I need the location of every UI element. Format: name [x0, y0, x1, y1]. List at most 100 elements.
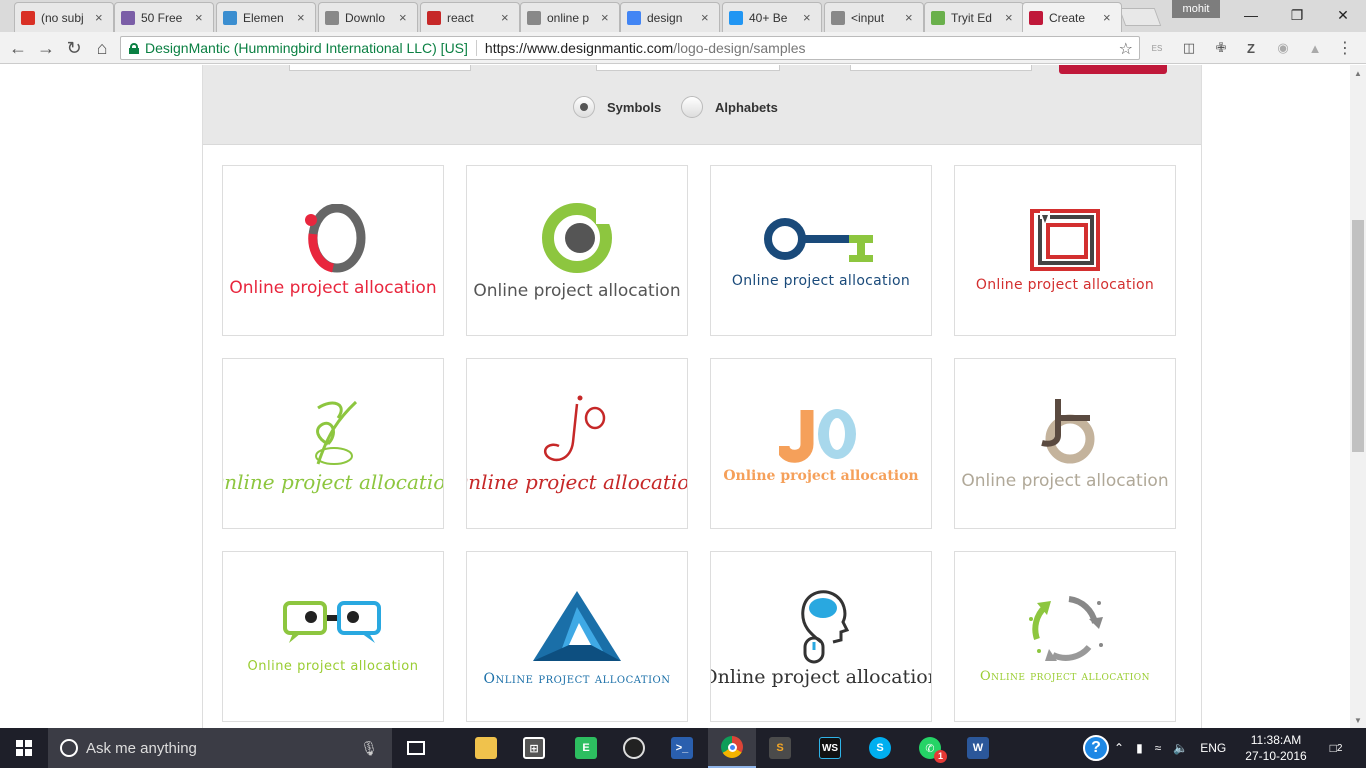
tab-close-icon[interactable]: × [701, 10, 713, 25]
logo-caption: Online project allocation [473, 280, 681, 301]
extension-disabled-icon[interactable]: ◉ [1272, 38, 1294, 58]
url-host: https://www.designmantic.com [484, 40, 674, 56]
start-button[interactable] [0, 728, 48, 768]
tab-close-icon[interactable]: × [399, 10, 411, 25]
logo-card[interactable]: Online project allocation [954, 551, 1176, 722]
browser-tab[interactable]: <input × [824, 2, 924, 32]
help-icon[interactable]: ? [1072, 728, 1120, 768]
radio-alphabets-label: Alphabets [715, 99, 778, 115]
radio-symbols[interactable]: Symbols [573, 96, 661, 118]
tray-chevron-icon[interactable]: ⌃ [1114, 741, 1124, 755]
logo-card[interactable]: Online project allocation [710, 358, 932, 529]
tab-label: Elemen [243, 10, 284, 25]
windows-logo-icon [16, 740, 32, 756]
tab-close-icon[interactable]: × [95, 10, 107, 25]
cortana-search-box[interactable]: Ask me anything 🎙 [48, 728, 392, 768]
battery-icon[interactable]: ▮ [1136, 741, 1143, 755]
logo-card[interactable]: Online project allocation [954, 165, 1176, 336]
logo-card[interactable]: Online project allocation [466, 551, 688, 722]
logo-card[interactable]: Online project allocation [222, 165, 444, 336]
whatsapp-icon[interactable]: ✆ 1 [906, 728, 954, 768]
extension-z-icon[interactable]: Z [1240, 38, 1262, 58]
webstorm-icon[interactable]: WS [806, 728, 854, 768]
minimize-icon[interactable]: — [1228, 0, 1274, 30]
wifi-icon[interactable]: ≈ [1155, 741, 1162, 755]
tab-close-icon[interactable]: × [501, 10, 513, 25]
powershell-icon[interactable]: >_ [658, 728, 706, 768]
evernote-icon[interactable]: E [562, 728, 610, 768]
recycle-arrows-logo-icon [1029, 596, 1103, 661]
tab-close-icon[interactable]: × [803, 10, 815, 25]
bookmark-star-icon[interactable]: ☆ [1119, 39, 1133, 59]
tab-close-icon[interactable]: × [601, 10, 613, 25]
radio-symbols-dot[interactable] [573, 96, 595, 118]
system-clock[interactable]: 11:38:AM 27-10-2016 [1236, 732, 1316, 764]
browser-tab[interactable]: design × [620, 2, 720, 32]
tab-close-icon[interactable]: × [905, 10, 917, 25]
microphone-icon[interactable]: 🎙 [360, 740, 378, 757]
logo-card[interactable]: Online project allocation [954, 358, 1176, 529]
filter-field-2[interactable] [596, 65, 780, 71]
chrome-icon[interactable] [708, 728, 756, 768]
cast-icon[interactable]: ◫ [1178, 38, 1200, 58]
new-tab-button[interactable] [1118, 8, 1162, 26]
scrollbar-thumb[interactable] [1352, 220, 1364, 452]
extension-icon[interactable]: ✙ [1210, 38, 1232, 58]
browser-tab[interactable]: 50 Free × [114, 2, 214, 32]
logo-card[interactable]: Online project allocation [466, 358, 688, 529]
home-icon[interactable]: ⌂ [90, 36, 114, 60]
cortana-icon [60, 739, 78, 757]
logo-card[interactable]: Online project allocation [222, 358, 444, 529]
back-arrow-icon[interactable]: ← [6, 36, 30, 60]
address-bar[interactable]: DesignMantic (Hummingbird International … [120, 36, 1140, 60]
browser-tab[interactable]: Create × [1022, 2, 1122, 32]
browser-tab[interactable]: Tryit Ed × [924, 2, 1024, 32]
store-icon[interactable]: ⊞ [510, 728, 558, 768]
tab-label: 40+ Be [749, 10, 788, 25]
browser-tab[interactable]: Downlo × [318, 2, 418, 32]
camera-app-icon[interactable] [610, 728, 658, 768]
tab-close-icon[interactable]: × [297, 10, 309, 25]
radio-alphabets[interactable]: Alphabets [681, 96, 778, 118]
menu-icon[interactable]: ⋮ [1334, 38, 1356, 58]
radio-alphabets-dot[interactable] [681, 96, 703, 118]
profile-button[interactable]: mohit [1172, 0, 1220, 18]
logo-caption: Online project allocation [723, 467, 919, 484]
generate-button[interactable] [1059, 65, 1167, 74]
scroll-down-icon[interactable]: ▼ [1350, 712, 1366, 728]
tab-close-icon[interactable]: × [1103, 10, 1115, 25]
logo-card[interactable]: Online project allocation [710, 165, 932, 336]
filter-field-3[interactable] [850, 65, 1032, 71]
page-scrollbar[interactable]: ▲ ▼ [1350, 65, 1366, 728]
volume-icon[interactable]: 🔈 [1173, 741, 1188, 755]
notification-center-icon[interactable]: □ 2 [1322, 736, 1350, 760]
task-view-icon[interactable] [392, 728, 440, 768]
browser-tab[interactable]: online p × [520, 2, 620, 32]
browser-tab[interactable]: react × [420, 2, 520, 32]
tab-close-icon[interactable]: × [1005, 10, 1017, 25]
browser-tab[interactable]: 40+ Be × [722, 2, 822, 32]
logo-card[interactable]: Online project allocation [710, 551, 932, 722]
restore-icon[interactable]: ❐ [1274, 0, 1320, 30]
tab-close-icon[interactable]: × [195, 10, 207, 25]
skype-icon[interactable]: S [856, 728, 904, 768]
sublime-text-icon[interactable]: S [756, 728, 804, 768]
scroll-up-icon[interactable]: ▲ [1350, 65, 1366, 81]
language-indicator[interactable]: ENG [1200, 741, 1226, 755]
logo-card[interactable]: Online project allocation [466, 165, 688, 336]
browser-tab[interactable]: Elemen × [216, 2, 316, 32]
word-icon[interactable]: W [954, 728, 1002, 768]
close-window-icon[interactable]: ✕ [1320, 0, 1366, 30]
circle-o-logo-icon [305, 203, 366, 272]
browser-tab[interactable]: (no subj × [14, 2, 114, 32]
logo-card[interactable]: Online project allocation [222, 551, 444, 722]
tab-label: Downlo [345, 10, 386, 25]
reload-icon[interactable]: ↻ [62, 36, 86, 60]
filter-field-1[interactable] [289, 65, 471, 71]
logo-caption: Online project allocation [247, 659, 419, 674]
extension-es-icon[interactable]: ES [1146, 38, 1168, 58]
drive-icon[interactable]: ▲ [1304, 38, 1326, 58]
file-explorer-icon[interactable] [462, 728, 510, 768]
tab-favicon-icon [527, 10, 541, 25]
forward-arrow-icon[interactable]: → [34, 36, 58, 60]
